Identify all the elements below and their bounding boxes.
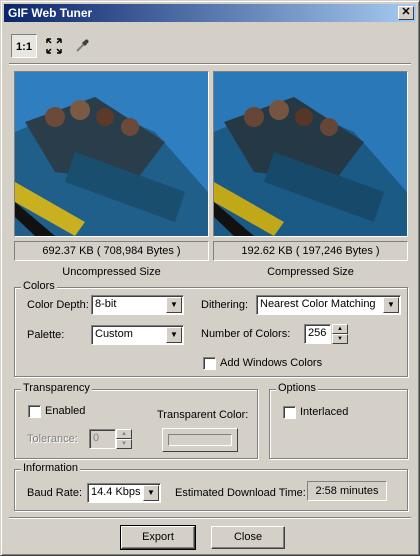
window-title: GIF Web Tuner bbox=[8, 6, 93, 20]
dithering-label: Dithering: bbox=[201, 299, 249, 311]
add-windows-colors-label: Add Windows Colors bbox=[220, 357, 323, 369]
stepper-down-icon[interactable]: ▼ bbox=[332, 334, 348, 344]
close-button[interactable]: Close bbox=[211, 526, 285, 549]
palette-select[interactable]: Custom ▼ bbox=[91, 325, 184, 345]
chevron-down-icon[interactable]: ▼ bbox=[166, 327, 182, 343]
title-bar[interactable]: GIF Web Tuner ✕ bbox=[4, 4, 416, 22]
transparent-color-swatch-button[interactable] bbox=[162, 428, 238, 452]
uncompressed-size-readout: 692.37 KB ( 708,984 Bytes ) bbox=[14, 241, 209, 261]
uncompressed-preview-image bbox=[15, 72, 208, 236]
actual-size-button[interactable]: 1:1 bbox=[11, 34, 37, 58]
baud-rate-select[interactable]: 14.4 Kbps ▼ bbox=[87, 483, 161, 503]
add-windows-colors-checkbox[interactable] bbox=[203, 357, 216, 370]
uncompressed-caption: Uncompressed Size bbox=[62, 266, 161, 278]
transparency-enabled-label: Enabled bbox=[45, 405, 86, 417]
transparent-color-label: Transparent Color: bbox=[157, 409, 249, 421]
baud-rate-label: Baud Rate: bbox=[27, 487, 83, 499]
tolerance-input[interactable]: 0 bbox=[89, 429, 116, 449]
transparency-group-label: Transparency bbox=[21, 382, 92, 394]
options-group-label: Options bbox=[276, 382, 318, 394]
number-of-colors-stepper[interactable]: ▲ ▼ bbox=[332, 324, 348, 344]
fit-to-window-button[interactable] bbox=[41, 34, 67, 58]
transparency-enabled-checkbox[interactable] bbox=[28, 405, 41, 418]
number-of-colors-label: Number of Colors: bbox=[201, 328, 291, 340]
interlaced-label: Interlaced bbox=[300, 406, 349, 418]
chevron-down-icon[interactable]: ▼ bbox=[166, 297, 182, 313]
transparency-group: Transparency Enabled Tolerance: 0 ▲ ▼ Tr… bbox=[14, 382, 258, 459]
options-group: Options Interlaced bbox=[269, 382, 408, 459]
tolerance-stepper[interactable]: ▲ ▼ bbox=[116, 429, 132, 449]
palette-value: Custom bbox=[95, 328, 133, 340]
eyedropper-icon bbox=[76, 39, 89, 52]
colors-group: Colors Color Depth: 8-bit ▼ Palette: Cus… bbox=[14, 280, 408, 377]
toolbar-separator bbox=[9, 63, 411, 65]
uncompressed-preview bbox=[14, 71, 209, 237]
palette-label: Palette: bbox=[27, 329, 65, 341]
baud-rate-value: 14.4 Kbps bbox=[91, 486, 141, 498]
dithering-value: Nearest Color Matching bbox=[260, 298, 376, 310]
dithering-select[interactable]: Nearest Color Matching ▼ bbox=[256, 295, 401, 315]
colors-group-label: Colors bbox=[21, 280, 57, 292]
actual-size-label: 1:1 bbox=[16, 41, 32, 53]
information-group-label: Information bbox=[21, 462, 81, 474]
stepper-down-icon[interactable]: ▼ bbox=[116, 439, 132, 449]
color-depth-label: Color Depth: bbox=[27, 299, 89, 311]
compressed-preview bbox=[213, 71, 408, 237]
information-group: Information Baud Rate: 14.4 Kbps ▼ Estim… bbox=[14, 462, 408, 511]
download-time-label: Estimated Download Time: bbox=[175, 487, 306, 499]
transparent-color-swatch bbox=[168, 434, 232, 446]
interlaced-checkbox[interactable] bbox=[283, 406, 296, 419]
chevron-down-icon[interactable]: ▼ bbox=[383, 297, 399, 313]
download-time-readout: 2:58 minutes bbox=[307, 481, 387, 501]
footer-separator bbox=[9, 517, 411, 519]
gif-web-tuner-window: GIF Web Tuner ✕ 1:1 692.37 KB (708,984 … bbox=[0, 0, 420, 556]
color-depth-select[interactable]: 8-bit ▼ bbox=[91, 295, 184, 315]
tolerance-label: Tolerance: bbox=[27, 433, 78, 445]
export-button[interactable]: Export bbox=[120, 525, 196, 550]
number-of-colors-input[interactable]: 256 bbox=[304, 324, 331, 344]
stepper-up-icon[interactable]: ▲ bbox=[332, 324, 348, 334]
eyedropper-button[interactable] bbox=[69, 34, 95, 58]
fit-to-window-icon bbox=[46, 38, 62, 54]
stepper-up-icon[interactable]: ▲ bbox=[116, 429, 132, 439]
close-window-button[interactable]: ✕ bbox=[398, 6, 414, 20]
chevron-down-icon[interactable]: ▼ bbox=[143, 485, 159, 501]
compressed-caption: Compressed Size bbox=[267, 266, 354, 278]
compressed-preview-image bbox=[214, 72, 407, 236]
color-depth-value: 8-bit bbox=[95, 298, 117, 310]
compressed-size-readout: 192.62 KB ( 197,246 Bytes ) bbox=[213, 241, 408, 261]
